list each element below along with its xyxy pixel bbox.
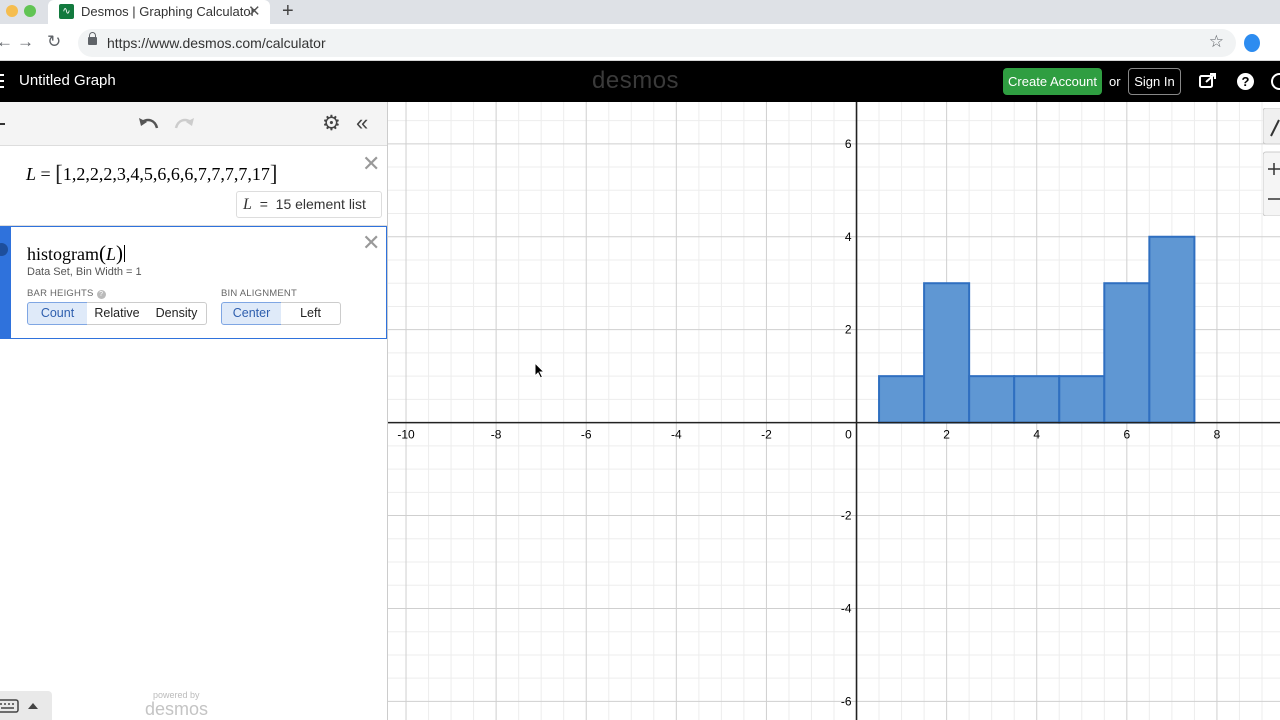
- tab-title: Desmos | Graphing Calculator: [81, 4, 255, 19]
- collapse-panel-icon[interactable]: «: [356, 111, 368, 135]
- bin-width-label[interactable]: Bin Width = 1: [76, 266, 142, 278]
- list-variable: L: [26, 164, 37, 184]
- sign-in-button[interactable]: Sign In: [1128, 68, 1181, 95]
- bin-alignment-center-button[interactable]: Center: [221, 302, 282, 325]
- histogram-function-name: histogram: [27, 244, 99, 264]
- settings-gear-icon[interactable]: ⚙: [322, 113, 341, 135]
- histogram-bar[interactable]: [1148, 235, 1196, 424]
- lock-icon: [88, 32, 97, 45]
- delete-expression-icon[interactable]: ✕: [362, 151, 380, 177]
- x-tick-label: 0: [845, 428, 852, 442]
- redo-icon[interactable]: [172, 113, 196, 133]
- x-tick-label: 4: [1033, 428, 1040, 442]
- new-tab-plus-icon[interactable]: +: [282, 0, 294, 22]
- maximize-window-button[interactable]: [24, 5, 36, 17]
- bin-alignment-section-label: BIN ALIGNMENT: [221, 288, 297, 299]
- minimize-window-button[interactable]: [6, 5, 18, 17]
- equals-sign: =: [40, 164, 51, 184]
- histogram-bar[interactable]: [1058, 375, 1106, 424]
- language-globe-icon[interactable]: [1271, 73, 1280, 90]
- open-paren: (: [99, 241, 106, 265]
- desmos-favicon-icon: ∿: [59, 4, 74, 19]
- browser-tab[interactable]: ∿ Desmos | Graphing Calculator ✕: [48, 0, 270, 24]
- keypad-toggle-button[interactable]: [0, 691, 52, 720]
- info-icon[interactable]: ?: [96, 290, 106, 299]
- y-tick-label: 2: [845, 323, 852, 337]
- expression-list-L[interactable]: L = [1,2,2,2,3,4,5,6,6,6,7,7,7,7,17] ✕ L…: [0, 147, 387, 226]
- profile-avatar-icon[interactable]: [1244, 34, 1260, 52]
- bookmark-star-icon[interactable]: ☆: [1209, 32, 1224, 52]
- graph-title[interactable]: Untitled Graph: [19, 72, 116, 89]
- list-expression-math[interactable]: L = [1,2,2,2,3,4,5,6,6,6,7,7,7,7,17]: [26, 161, 278, 187]
- evaluation-equals: =: [259, 196, 268, 212]
- x-tick-label: 8: [1214, 428, 1221, 442]
- right-bracket: ]: [269, 161, 278, 186]
- histogram-bar[interactable]: [968, 375, 1016, 424]
- bar-heights-label: BAR HEIGHTS: [27, 288, 94, 299]
- x-tick-label: -6: [581, 428, 592, 442]
- bar-heights-section-label: BAR HEIGHTS?: [27, 288, 106, 299]
- keyboard-icon: [0, 699, 19, 713]
- reload-icon[interactable]: ↻: [47, 32, 61, 52]
- histogram-bar[interactable]: [1103, 282, 1151, 424]
- undo-icon[interactable]: [137, 113, 161, 133]
- x-tick-label: -8: [491, 428, 502, 442]
- bar-heights-density-button[interactable]: Density: [147, 302, 207, 325]
- zoom-controls[interactable]: [1263, 108, 1280, 216]
- list-values: 1,2,2,2,3,4,5,6,6,6,7,7,7,7,17: [62, 164, 270, 184]
- expression-toolbar: ⚙ «: [0, 102, 387, 146]
- list-evaluation-badge: L = 15 element list: [236, 191, 382, 218]
- help-icon[interactable]: ?: [1237, 73, 1254, 90]
- expression-panel: ⚙ « L = [1,2,2,2,3,4,5,6,6,6,7,7,7,7,17]…: [0, 102, 388, 720]
- histogram-bar[interactable]: [923, 282, 971, 424]
- histogram-argument: L: [106, 244, 117, 264]
- forward-arrow-icon[interactable]: →: [17, 32, 34, 52]
- desmos-header: Untitled Graph desmos Create Account or …: [0, 61, 1280, 102]
- delete-expression-icon[interactable]: ✕: [362, 230, 380, 256]
- histogram-expression-math[interactable]: histogram(L): [27, 241, 126, 266]
- evaluation-variable: L: [243, 196, 252, 213]
- histogram-bar[interactable]: [1013, 375, 1061, 424]
- expression-histogram[interactable]: histogram(L) ✕ Data Set, Bin Width = 1 B…: [0, 226, 387, 339]
- add-item-icon[interactable]: [0, 123, 5, 125]
- share-icon[interactable]: [1199, 72, 1217, 88]
- desmos-logo: desmos: [592, 67, 680, 94]
- y-tick-label: 6: [845, 137, 852, 151]
- x-tick-label: -10: [397, 428, 415, 442]
- close-paren: ): [116, 241, 124, 265]
- histogram-chart[interactable]: -10 -8 -6 -4 -2 0 2 4 6 8 6 4 2 -2 -4 -6: [388, 102, 1280, 720]
- back-arrow-icon[interactable]: ←: [0, 32, 13, 52]
- or-label: or: [1109, 74, 1121, 89]
- x-tick-label: -4: [671, 428, 682, 442]
- url-text: https://www.desmos.com/calculator: [107, 35, 326, 51]
- evaluation-text: 15 element list: [275, 196, 366, 212]
- browser-tab-strip: ∿ Desmos | Graphing Calculator ✕ +: [0, 0, 1280, 24]
- address-bar[interactable]: https://www.desmos.com/calculator ☆: [78, 29, 1236, 57]
- tab-close-icon[interactable]: ✕: [248, 2, 261, 20]
- histogram-meta: Data Set, Bin Width = 1: [27, 266, 142, 278]
- y-tick-label: -6: [841, 694, 852, 708]
- graph-paper[interactable]: -10 -8 -6 -4 -2 0 2 4 6 8 6 4 2 -2 -4 -6: [388, 102, 1280, 720]
- powered-by-desmos-logo: desmos: [145, 699, 209, 719]
- browser-toolbar: ← → ↻ https://www.desmos.com/calculator …: [0, 24, 1280, 61]
- bar-heights-count-button[interactable]: Count: [27, 302, 88, 325]
- bar-heights-relative-button[interactable]: Relative: [87, 302, 148, 325]
- data-set-label: Data Set,: [27, 266, 73, 278]
- x-tick-label: 2: [943, 428, 950, 442]
- caret-up-icon: [28, 703, 38, 709]
- hamburger-menu-icon[interactable]: [0, 74, 4, 88]
- x-tick-label: -2: [761, 428, 772, 442]
- histogram-bar[interactable]: [878, 375, 926, 424]
- x-tick-label: 6: [1123, 428, 1130, 442]
- mouse-cursor-icon: [534, 362, 546, 379]
- bin-alignment-left-button[interactable]: Left: [281, 302, 341, 325]
- y-tick-label: -2: [841, 509, 852, 523]
- y-tick-label: -4: [841, 601, 852, 615]
- left-bracket: [: [55, 161, 63, 186]
- create-account-button[interactable]: Create Account: [1003, 68, 1102, 95]
- text-cursor: [124, 245, 126, 262]
- y-tick-label: 4: [845, 230, 852, 244]
